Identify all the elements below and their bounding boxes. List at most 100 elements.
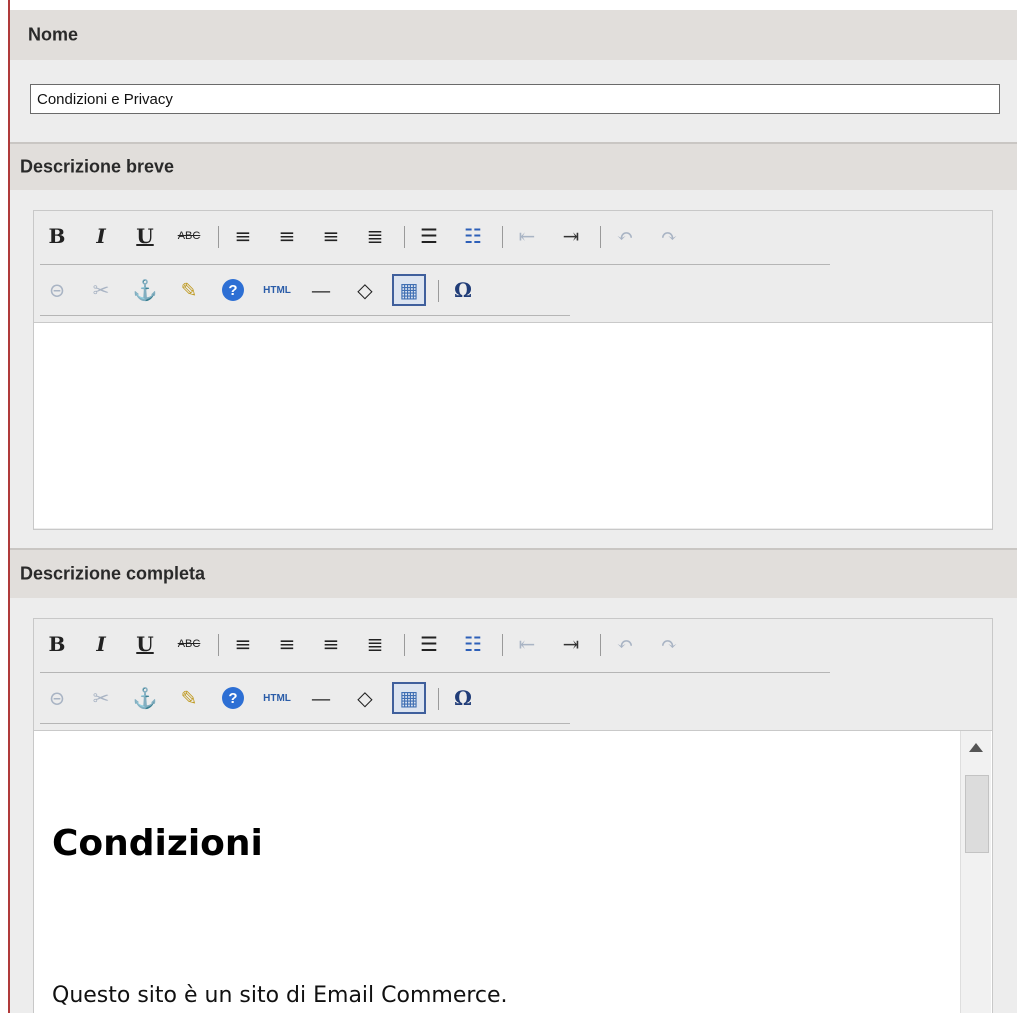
align-left-icon: ≡ [234,224,252,248]
redo-button[interactable]: ↷ [652,220,686,252]
redo-button[interactable]: ↷ [652,628,686,660]
strikethrough-icon: ABC [177,230,201,242]
redo-icon: ↷ [660,224,678,248]
bold-button[interactable]: B [40,628,74,660]
scroll-up-arrow-icon[interactable] [969,743,983,752]
indent-button[interactable]: ⇥ [554,628,588,660]
toolbar-separator [438,280,439,302]
cleanup-icon: ✎ [180,686,198,710]
align-right-icon: ≡ [322,632,340,656]
indent-button[interactable]: ⇥ [554,220,588,252]
link-button[interactable]: ⊝ [40,274,74,306]
table-button[interactable]: ▦ [392,274,426,306]
anchor-icon: ⚓ [132,686,158,710]
nome-section-header: Nome [10,10,1017,60]
toolbar-line [40,264,830,265]
toolbar-separator [502,226,503,248]
align-right-button[interactable]: ≡ [314,628,348,660]
italic-icon: I [96,224,106,248]
outdent-button[interactable]: ⇤ [510,220,544,252]
undo-button[interactable]: ↶ [608,628,642,660]
toolbar-separator [218,226,219,248]
underline-button[interactable]: U [128,628,162,660]
numbered-list-button[interactable]: ☷ [456,220,490,252]
editor-toolbar-row1: B I U ABC ≡ ≡ ≡ ≣ ☰ ☷ ⇤ ⇥ ↶ ↷ [40,622,840,662]
strikethrough-button[interactable]: ABC [172,220,206,252]
align-justify-button[interactable]: ≣ [358,628,392,660]
scroll-thumb[interactable] [965,775,989,853]
outdent-icon: ⇤ [518,224,536,248]
help-button[interactable]: ? [216,682,250,714]
align-justify-button[interactable]: ≣ [358,220,392,252]
remove-format-button[interactable]: ◇ [348,274,382,306]
editor-toolbar-row1: B I U ABC ≡ ≡ ≡ ≣ ☰ ☷ ⇤ ⇥ ↶ ↷ [40,214,840,254]
horizontal-rule-button[interactable]: — [304,682,338,714]
table-button[interactable]: ▦ [392,682,426,714]
descrizione-completa-header: Descrizione completa [10,550,1017,598]
unlink-button[interactable]: ✂ [84,274,118,306]
horizontal-rule-icon: — [311,686,331,710]
align-left-icon: ≡ [234,632,252,656]
special-char-button[interactable]: Ω [446,274,480,306]
descrizione-completa-edit-area[interactable] [34,730,992,1013]
editor-toolbar-row2: ⊝ ✂ ⚓ ✎? HTML — ◇ ▦ Ω [40,676,580,716]
outdent-button[interactable]: ⇤ [510,628,544,660]
align-right-button[interactable]: ≡ [314,220,348,252]
link-button[interactable]: ⊝ [40,682,74,714]
bullet-list-icon: ☰ [420,632,438,656]
undo-button[interactable]: ↶ [608,220,642,252]
unlink-icon: ✂ [92,686,110,710]
html-source-button[interactable]: HTML [260,274,294,306]
link-icon: ⊝ [48,278,66,302]
italic-button[interactable]: I [84,628,118,660]
descrizione-breve-label: Descrizione breve [20,156,175,177]
align-left-button[interactable]: ≡ [226,628,260,660]
special-char-button[interactable]: Ω [446,682,480,714]
anchor-button[interactable]: ⚓ [128,274,162,306]
indent-icon: ⇥ [562,632,580,656]
underline-button[interactable]: U [128,220,162,252]
bold-icon: B [48,224,66,248]
html-source-icon: HTML [263,692,291,704]
descrizione-breve-edit-area[interactable] [34,322,992,528]
align-center-button[interactable]: ≡ [270,220,304,252]
strikethrough-button[interactable]: ABC [172,628,206,660]
remove-format-icon: ◇ [357,278,373,302]
toolbar-separator [600,226,601,248]
toolbar-separator [404,634,405,656]
underline-icon: U [136,632,154,656]
cleanup-button[interactable]: ✎ [172,682,206,714]
align-left-button[interactable]: ≡ [226,220,260,252]
bold-icon: B [48,632,66,656]
editor-toolbar-row2: ⊝ ✂ ⚓ ✎? HTML — ◇ ▦ Ω [40,268,580,308]
remove-format-button[interactable]: ◇ [348,682,382,714]
help-button[interactable]: ? [216,274,250,306]
horizontal-rule-icon: — [311,278,331,302]
cleanup-button[interactable]: ✎ [172,274,206,306]
special-char-icon: Ω [454,686,472,710]
undo-icon: ↶ [616,632,634,656]
bullet-list-button[interactable]: ☰ [412,220,446,252]
bold-button[interactable]: B [40,220,74,252]
unlink-icon: ✂ [92,278,110,302]
italic-button[interactable]: I [84,220,118,252]
link-icon: ⊝ [48,686,66,710]
special-char-icon: Ω [454,278,472,302]
nome-label: Nome [28,24,79,45]
align-center-icon: ≡ [278,224,296,248]
align-center-icon: ≡ [278,632,296,656]
align-center-button[interactable]: ≡ [270,628,304,660]
numbered-list-icon: ☷ [464,224,482,248]
product-edit-form: Nome Descrizione breve BIUABC≡≡≡≣☰☷⇤⇥↶↷ … [0,0,1021,1013]
horizontal-rule-button[interactable]: — [304,274,338,306]
anchor-button[interactable]: ⚓ [128,682,162,714]
bullet-list-button[interactable]: ☰ [412,628,446,660]
vertical-scrollbar[interactable] [960,731,991,1013]
numbered-list-button[interactable]: ☷ [456,628,490,660]
unlink-button[interactable]: ✂ [84,682,118,714]
descrizione-completa-label: Descrizione completa [20,563,206,584]
nome-input[interactable] [30,84,1000,114]
table-icon: ▦ [399,686,419,710]
toolbar-separator [600,634,601,656]
html-source-button[interactable]: HTML [260,682,294,714]
